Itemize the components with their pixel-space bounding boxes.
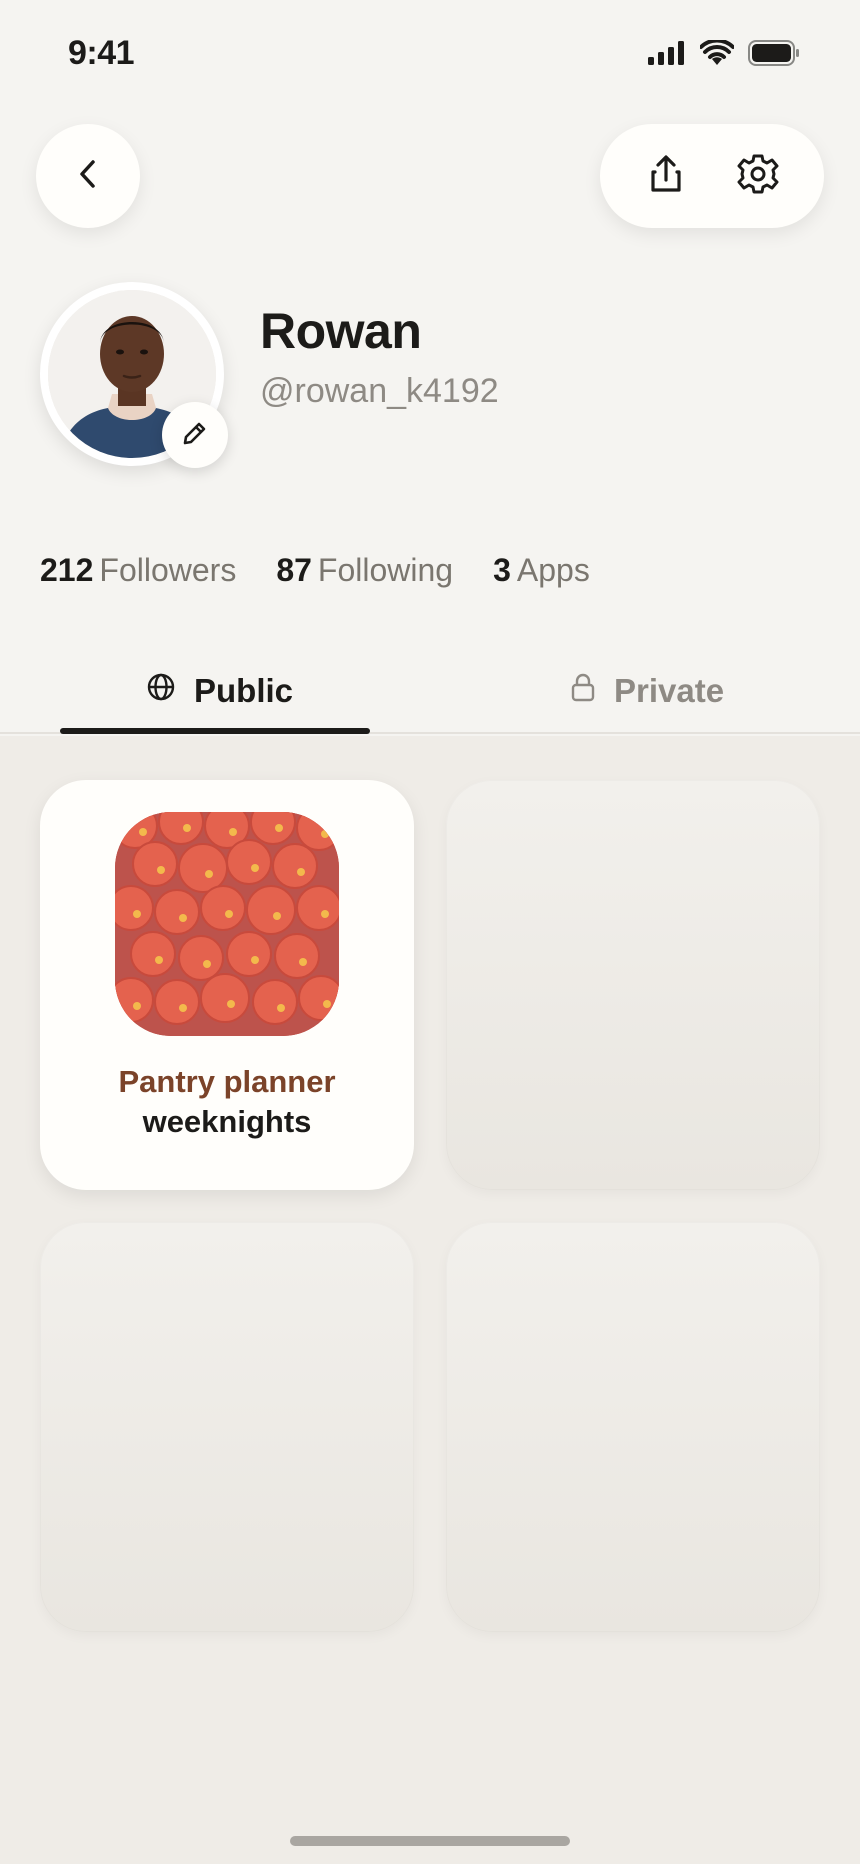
app-title-line2: weeknights	[142, 1104, 312, 1139]
share-icon	[648, 154, 684, 199]
empty-app-slot	[446, 1222, 820, 1632]
battery-icon	[748, 40, 800, 71]
signal-icon	[648, 41, 686, 70]
status-time: 9:41	[68, 34, 135, 72]
stat-following[interactable]: 87 Following	[276, 552, 453, 589]
stat-apps[interactable]: 3 Apps	[493, 552, 590, 589]
stat-count: 3	[493, 552, 511, 588]
empty-app-slot	[446, 780, 820, 1190]
header-actions	[600, 124, 824, 228]
tab-label: Public	[194, 672, 294, 709]
profile-stats: 212 Followers 87 Following 3 Apps	[40, 552, 590, 589]
stat-label: Following	[317, 552, 454, 588]
pencil-icon	[180, 418, 210, 453]
stat-count: 87	[276, 552, 312, 588]
tomatoes-app-icon	[115, 812, 339, 1036]
app-card[interactable]: Pantry planner weeknights	[40, 780, 414, 1190]
stat-label: Apps	[516, 552, 590, 588]
visibility-tabs: Public Private	[0, 648, 860, 734]
home-indicator	[290, 1836, 570, 1846]
settings-button[interactable]	[728, 146, 788, 206]
username: @rowan_k4192	[260, 372, 499, 410]
wifi-icon	[699, 38, 735, 71]
lock-icon	[570, 672, 596, 710]
stat-followers[interactable]: 212 Followers	[40, 552, 236, 589]
profile-screen: 9:41 Rowan @rowan_k4192 212 Followers 87…	[0, 0, 860, 1864]
stat-label: Followers	[99, 552, 237, 588]
stat-count: 212	[40, 552, 94, 588]
tab-selected-indicator	[60, 728, 370, 734]
app-title-line1: Pantry planner	[118, 1064, 336, 1099]
chevron-left-icon	[73, 154, 103, 199]
gear-icon	[737, 153, 779, 200]
edit-avatar-button[interactable]	[162, 402, 228, 468]
tab-label: Private	[614, 672, 725, 709]
status-icons	[648, 38, 800, 71]
tab-private[interactable]: Private	[570, 648, 724, 734]
display-name: Rowan	[260, 303, 422, 359]
globe-icon	[146, 672, 176, 710]
back-button[interactable]	[36, 124, 140, 228]
empty-app-slot	[40, 1222, 414, 1632]
share-button[interactable]	[636, 146, 696, 206]
tab-public[interactable]: Public	[146, 648, 293, 734]
app-title: Pantry planner weeknights	[40, 1062, 414, 1142]
